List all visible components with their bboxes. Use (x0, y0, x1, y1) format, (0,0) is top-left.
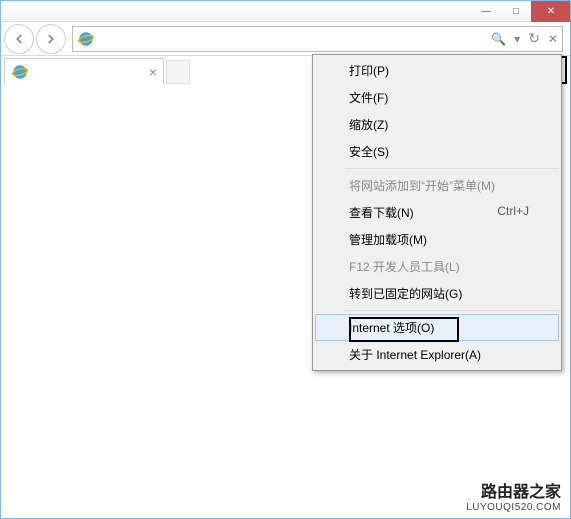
menu-item[interactable]: 缩放(Z) (315, 111, 559, 138)
address-bar[interactable]: 🔍 ▾ ↻ ✕ (72, 26, 563, 52)
forward-arrow-icon (44, 32, 58, 46)
new-tab-button[interactable] (166, 60, 190, 84)
menu-item[interactable]: 安全(S) (315, 138, 559, 165)
tab-close-icon[interactable]: × (149, 64, 157, 80)
browser-tab[interactable]: × (4, 58, 164, 84)
watermark: 路由器之家 LUYOUQI520.COM (466, 478, 561, 513)
menu-item: F12 开发人员工具(L) (315, 253, 559, 280)
menu-item[interactable]: 文件(F) (315, 84, 559, 111)
menu-item-label: 将网站添加到“开始”菜单(M) (349, 177, 495, 194)
watermark-url: LUYOUQI520.COM (466, 502, 561, 513)
menu-item: 将网站添加到“开始”菜单(M) (315, 172, 559, 199)
ie-logo-icon (77, 30, 95, 48)
menu-item-label: 打印(P) (349, 62, 389, 79)
back-arrow-icon (12, 32, 26, 46)
menu-item-label: 文件(F) (349, 89, 388, 106)
toolbar: 🔍 ▾ ↻ ✕ (0, 22, 571, 56)
dropdown-icon[interactable]: ▾ (514, 32, 520, 46)
minimize-button[interactable]: — (471, 0, 501, 22)
menu-item[interactable]: 转到已固定的网站(G) (315, 280, 559, 307)
menu-item[interactable]: 打印(P) (315, 57, 559, 84)
menu-item-label: 关于 Internet Explorer(A) (349, 346, 481, 363)
menu-item-label: 管理加载项(M) (349, 231, 427, 248)
close-window-button[interactable]: ✕ (531, 0, 571, 22)
menu-item[interactable]: Internet 选项(O) (315, 314, 559, 341)
menu-item-shortcut: Ctrl+J (497, 204, 529, 221)
window-titlebar: — □ ✕ (0, 0, 571, 22)
search-icon[interactable]: 🔍 (491, 32, 506, 46)
menu-item[interactable]: 查看下载(N) Ctrl+J (315, 199, 559, 226)
menu-item-label: 缩放(Z) (349, 116, 388, 133)
menu-item-label: Internet 选项(O) (349, 319, 434, 336)
menu-separator (345, 168, 559, 169)
menu-item-label: 安全(S) (349, 143, 389, 160)
tools-menu: 打印(P) 文件(F) 缩放(Z) 安全(S) 将网站添加到“开始”菜单(M) 查看下载(… (312, 54, 562, 371)
stop-icon[interactable]: ✕ (548, 32, 558, 46)
back-button[interactable] (4, 24, 34, 54)
menu-item[interactable]: 关于 Internet Explorer(A) (315, 341, 559, 368)
url-input[interactable] (95, 32, 491, 46)
menu-separator (345, 310, 559, 311)
menu-item-label: F12 开发人员工具(L) (349, 258, 460, 275)
forward-button[interactable] (36, 24, 66, 54)
menu-item-label: 转到已固定的网站(G) (349, 285, 462, 302)
menu-item[interactable]: 管理加载项(M) (315, 226, 559, 253)
menu-item-label: 查看下载(N) (349, 204, 414, 221)
refresh-icon[interactable]: ↻ (528, 30, 540, 47)
maximize-button[interactable]: □ (501, 0, 531, 22)
watermark-title: 路由器之家 (466, 478, 561, 502)
ie-logo-icon (11, 63, 29, 81)
